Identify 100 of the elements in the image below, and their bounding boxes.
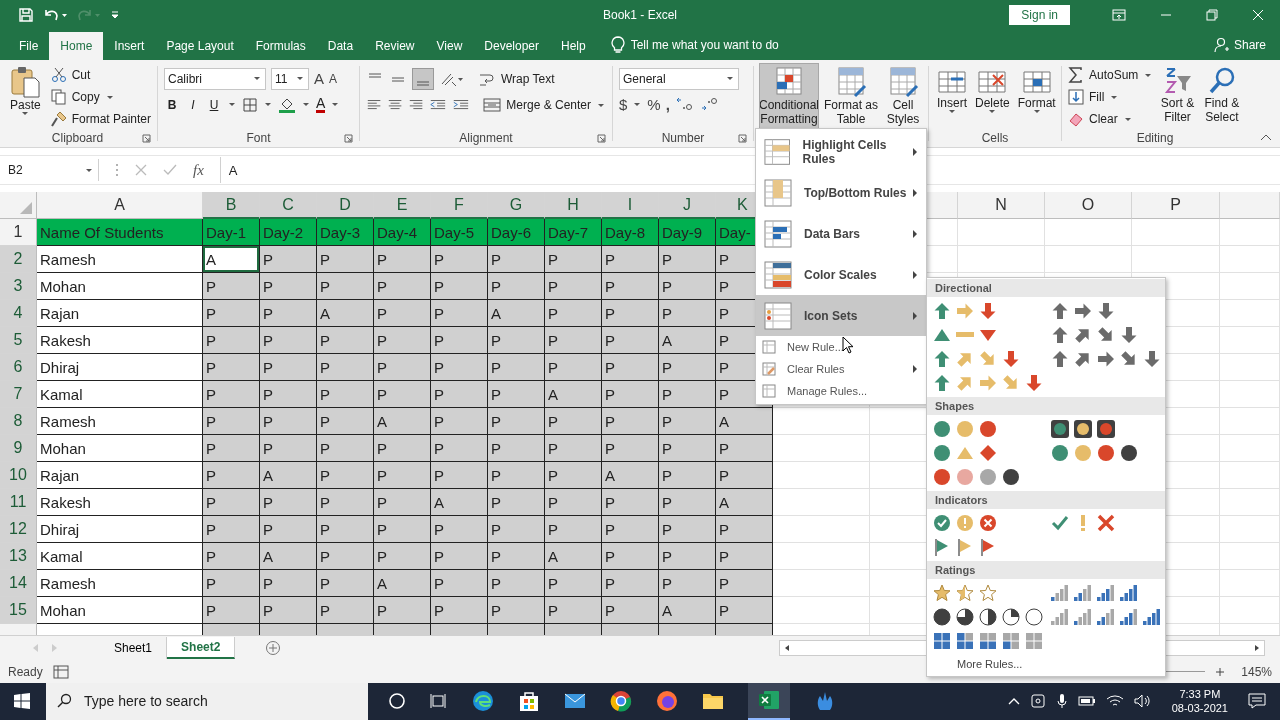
table-cell: A <box>659 327 716 355</box>
taskbar-search-field[interactable]: Type here to search <box>46 683 368 720</box>
row-header[interactable]: 2 <box>0 246 37 274</box>
table-cell: A <box>374 408 431 436</box>
ribbon-tab[interactable]: File <box>8 31 50 60</box>
row-header[interactable]: 14 <box>0 570 37 598</box>
column-header[interactable]: O <box>1045 192 1132 220</box>
row-header[interactable]: 6 <box>0 354 37 382</box>
row-header[interactable]: 9 <box>0 435 37 463</box>
currency-button[interactable]: $ <box>619 95 628 113</box>
table-cell: P <box>431 462 488 490</box>
table-cell: P <box>659 273 716 301</box>
row-header[interactable]: 7 <box>0 381 37 409</box>
tell-me-search[interactable]: Tell me what you want to do <box>630 37 779 52</box>
cells-button[interactable]: Insert <box>935 63 969 130</box>
cells-button[interactable]: Delete <box>973 63 1012 130</box>
ribbon-tab[interactable]: View <box>425 31 474 60</box>
sheet-tab[interactable]: Sheet2 <box>167 637 236 660</box>
column-header[interactable]: A <box>37 192 203 220</box>
table-cell: P <box>659 408 716 436</box>
table-cell: P <box>203 381 260 409</box>
bold-button[interactable]: B <box>164 97 180 112</box>
number-format-dropdown[interactable]: General <box>619 67 739 90</box>
format-painter-button[interactable]: Format Painter <box>50 109 151 129</box>
ribbon-tab[interactable]: Developer <box>473 31 550 60</box>
copy-button[interactable]: Copy <box>50 87 151 107</box>
clear-button[interactable]: Clear <box>1068 109 1154 129</box>
table-cell: P <box>260 327 317 355</box>
cells-button[interactable]: Format <box>1015 63 1058 130</box>
column-header[interactable]: C <box>260 192 317 220</box>
column-header[interactable]: B <box>203 192 260 220</box>
font-size-dropdown[interactable]: 11 <box>271 67 309 90</box>
find-select-button[interactable]: Find & Select <box>1201 63 1242 130</box>
ribbon-tab[interactable]: Insert <box>103 31 156 60</box>
zoom-level[interactable]: 145% <box>1241 664 1272 679</box>
table-cell: P <box>659 462 716 490</box>
table-cell: P <box>431 246 488 274</box>
column-header[interactable]: F <box>431 192 488 220</box>
table-cell: P <box>374 489 431 517</box>
row-header[interactable]: 10 <box>0 462 37 490</box>
name-box[interactable]: B2 <box>0 159 99 182</box>
table-cell: A <box>545 543 602 571</box>
wrap-text-button[interactable]: Wrap Text <box>478 69 555 89</box>
row-header[interactable]: 5 <box>0 327 37 355</box>
row-header[interactable]: 4 <box>0 300 37 328</box>
table-cell: P <box>659 354 716 382</box>
column-header[interactable]: G <box>488 192 545 220</box>
column-header[interactable]: D <box>317 192 374 220</box>
section-header: Ratings <box>927 561 1165 579</box>
column-header[interactable]: P <box>1132 192 1220 220</box>
row-header[interactable]: 8 <box>0 408 37 436</box>
row-header[interactable]: 1 <box>0 219 37 247</box>
fill-button[interactable]: Fill <box>1068 87 1154 107</box>
cut-button[interactable]: Cut <box>50 65 151 85</box>
percent-button[interactable]: % <box>647 95 661 113</box>
sign-in-button[interactable]: Sign in <box>1009 4 1070 25</box>
table-header-cell: Day-5 <box>431 219 488 247</box>
clock-time[interactable]: 7:33 PM <box>1179 687 1221 702</box>
table-header-cell: Day-9 <box>659 219 716 247</box>
row-header[interactable]: 11 <box>0 489 37 517</box>
table-cell: P <box>431 273 488 301</box>
table-cell: A <box>431 489 488 517</box>
insert-function-button[interactable]: fx <box>193 161 204 179</box>
autosum-button[interactable]: AutoSum <box>1068 65 1154 85</box>
font-color-button[interactable]: A <box>316 96 326 114</box>
table-cell: P <box>431 327 488 355</box>
clock-date[interactable]: 08-03-2021 <box>1171 701 1228 716</box>
column-header[interactable]: I <box>602 192 659 220</box>
grow-font-button[interactable]: A <box>314 70 324 88</box>
ribbon-tab[interactable]: Help <box>550 31 597 60</box>
table-cell: P <box>602 570 659 598</box>
underline-button[interactable]: U <box>206 97 222 112</box>
table-cell: P <box>203 462 260 490</box>
italic-button[interactable]: I <box>185 97 201 112</box>
merge-center-button[interactable]: Merge & Center <box>483 95 606 115</box>
table-header-cell: Day-6 <box>488 219 545 247</box>
shrink-font-button[interactable]: A <box>329 71 338 86</box>
ribbon-tab[interactable]: Review <box>364 31 426 60</box>
column-header[interactable]: E <box>374 192 431 220</box>
font-name-dropdown[interactable]: Calibri <box>164 67 266 90</box>
column-header[interactable]: H <box>545 192 602 220</box>
menu-item[interactable]: Icon Sets <box>756 295 926 336</box>
sort-filter-button[interactable]: Sort & Filter <box>1157 63 1198 130</box>
row-header[interactable]: 3 <box>0 273 37 301</box>
column-header[interactable]: N <box>958 192 1045 220</box>
table-cell: P <box>659 435 716 463</box>
ribbon-tab[interactable]: Page Layout <box>155 31 245 60</box>
comma-button[interactable]: , <box>665 95 670 113</box>
ribbon-tab[interactable]: Formulas <box>244 31 317 60</box>
column-header[interactable]: J <box>659 192 716 220</box>
row-header[interactable]: 13 <box>0 543 37 571</box>
row-header[interactable]: 12 <box>0 516 37 544</box>
row-header[interactable]: 15 <box>0 597 37 625</box>
paste-button[interactable]: Paste <box>4 63 47 130</box>
table-cell: P <box>431 516 488 544</box>
share-button[interactable]: Share <box>1233 37 1266 52</box>
ribbon-tab[interactable]: Home <box>49 31 104 60</box>
more-rules-item[interactable]: More Rules... <box>927 654 1165 676</box>
ribbon-tab[interactable]: Data <box>316 31 365 60</box>
table-cell: P <box>602 489 659 517</box>
